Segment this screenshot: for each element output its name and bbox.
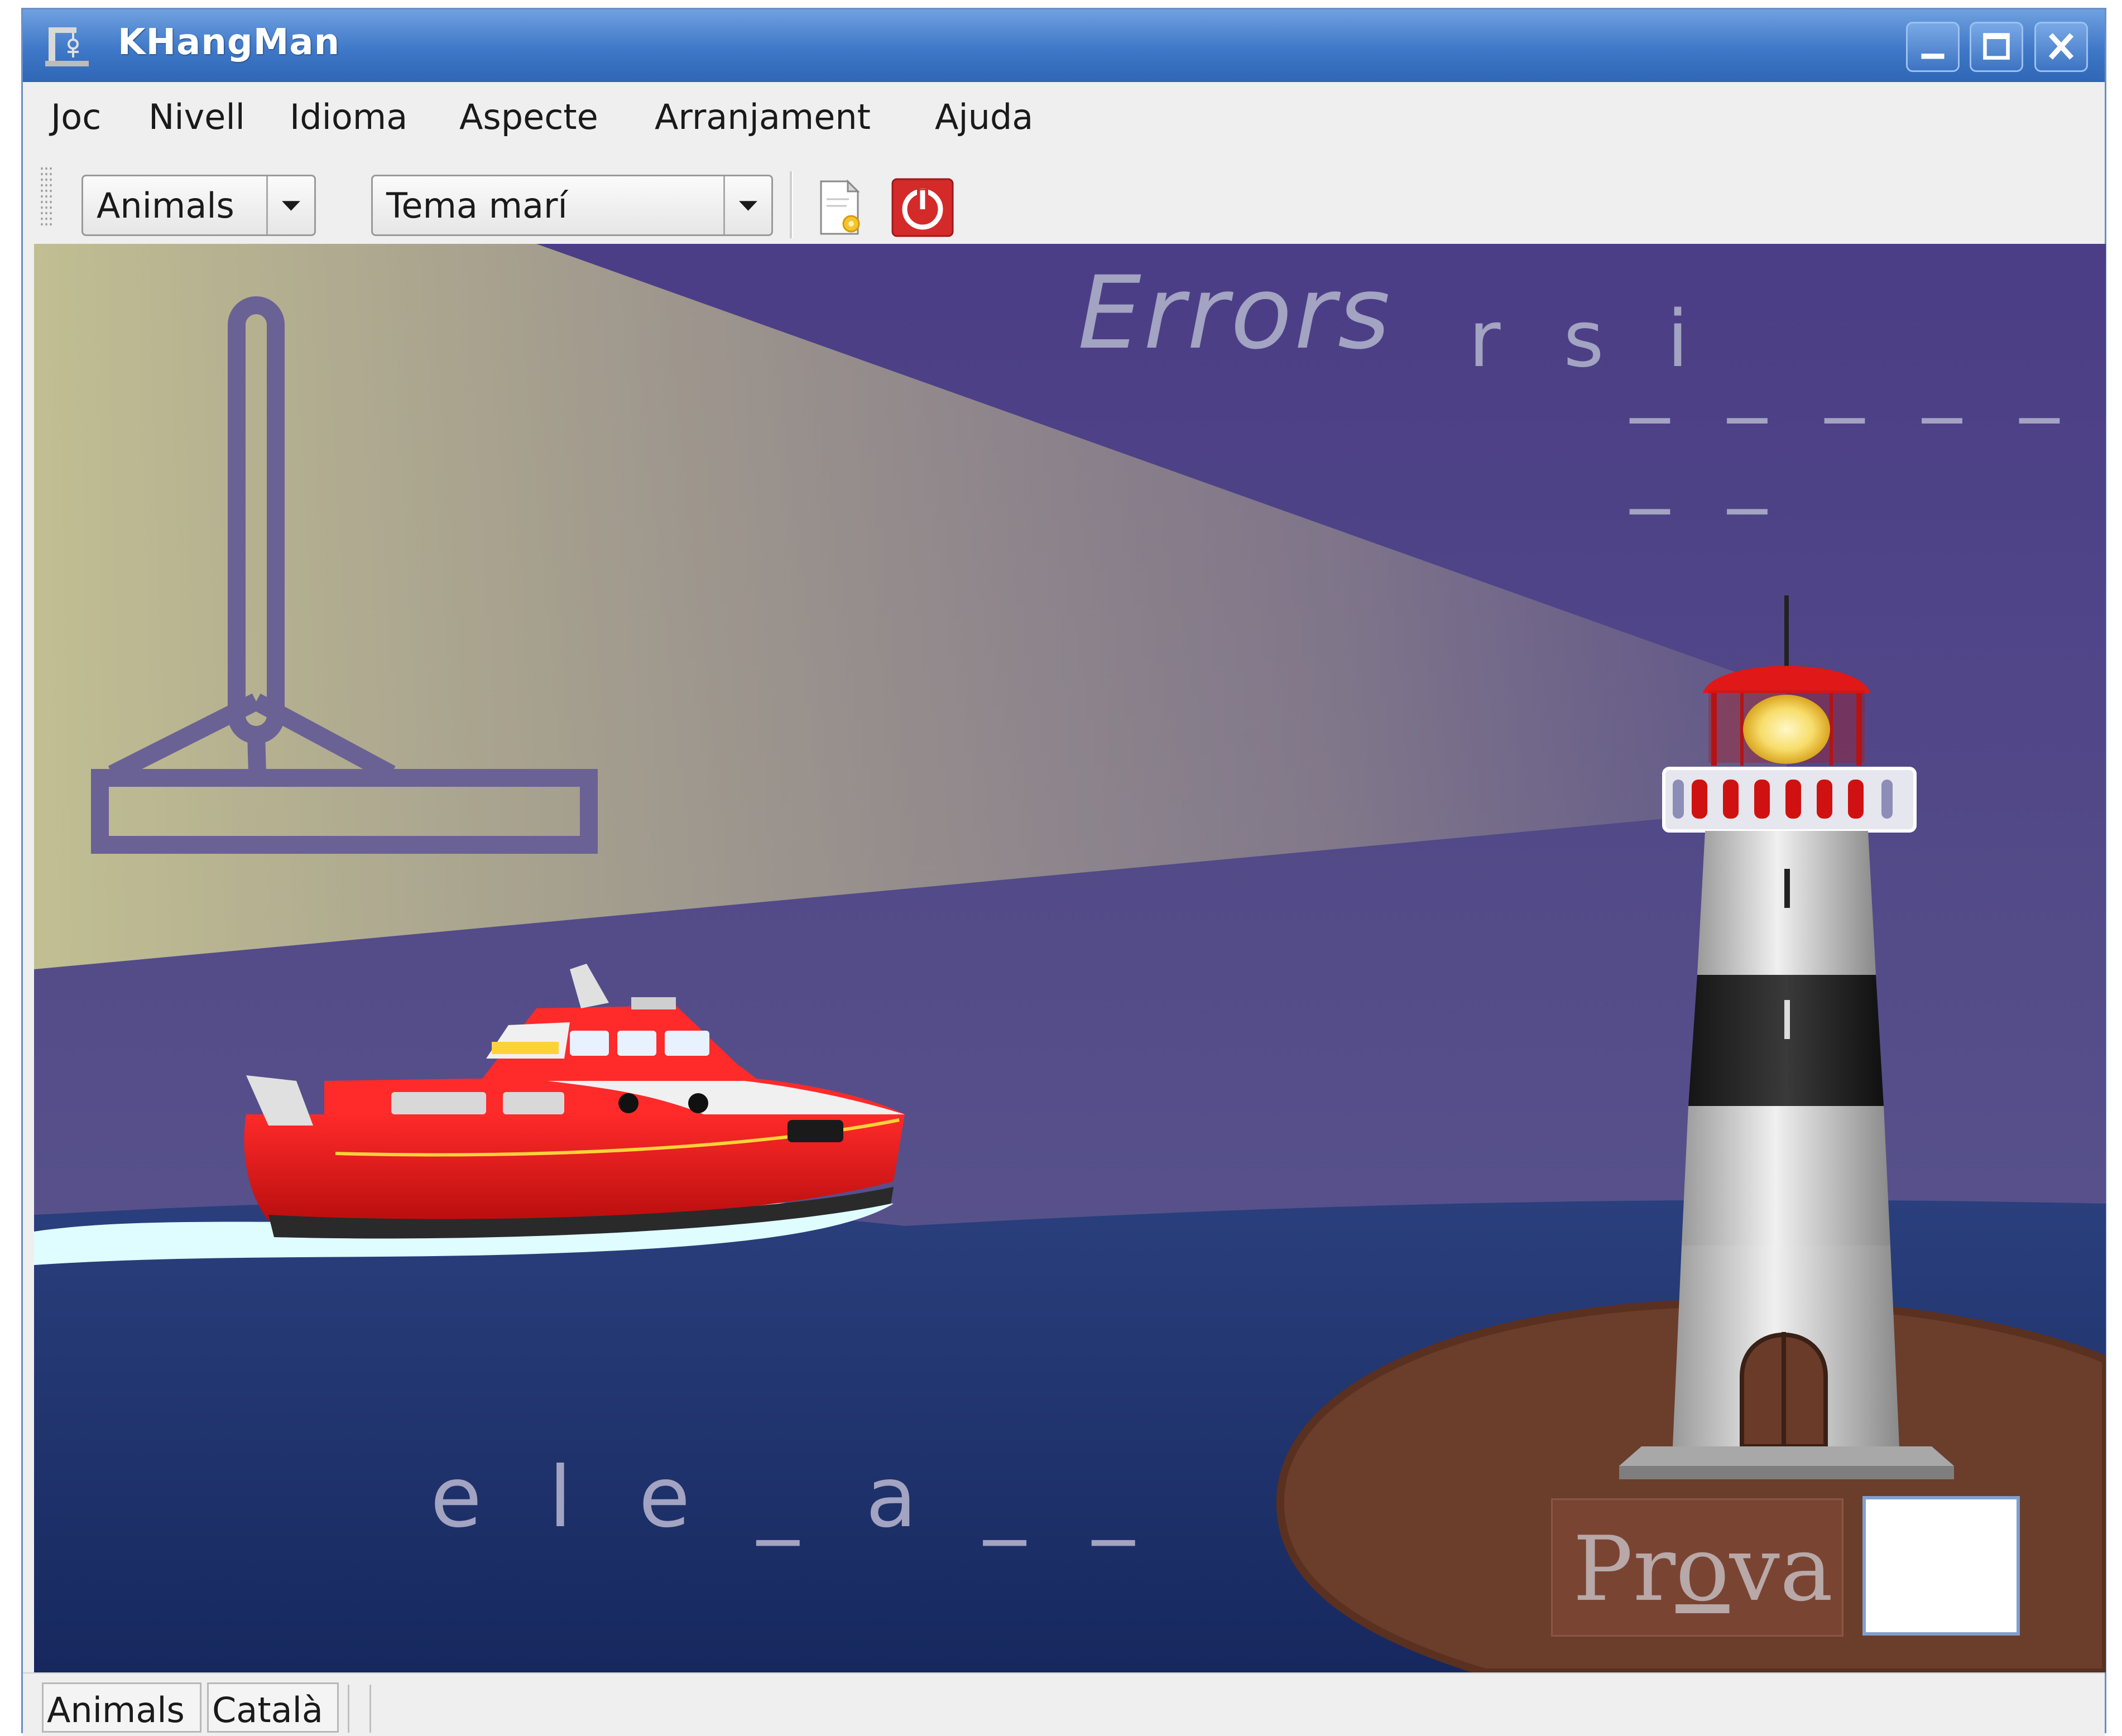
category-select[interactable]: Animals	[81, 175, 316, 236]
menu-joc[interactable]: Joc	[51, 97, 101, 137]
title-bar[interactable]: KHangMan	[23, 9, 2105, 82]
minimize-icon	[1921, 54, 1945, 59]
menu-nivell[interactable]: Nivell	[148, 97, 245, 137]
status-language-text: Català	[212, 1690, 323, 1730]
menu-ajuda[interactable]: Ajuda	[935, 97, 1033, 137]
guess-button-label: Prova	[1573, 1517, 1833, 1621]
main-window: KHangMan Joc Nivell Idioma Aspecte Arran…	[21, 8, 2106, 1736]
game-scene: Errors r s i _ _ _ _ _ _ _ e l e _ a _ _…	[34, 244, 2106, 1672]
chevron-down-icon[interactable]	[723, 176, 771, 234]
guess-letter-input[interactable]	[1862, 1496, 2020, 1636]
errors-label: Errors	[1078, 255, 1393, 372]
toolbar-grip[interactable]	[40, 166, 53, 227]
theme-select[interactable]: Tema marí	[371, 175, 773, 236]
new-document-icon	[820, 179, 860, 235]
theme-select-value: Tema marí	[386, 185, 568, 226]
maximize-button[interactable]	[1970, 22, 2023, 72]
menu-arranjament[interactable]: Arranjament	[655, 97, 871, 137]
close-button[interactable]	[2034, 22, 2088, 72]
close-icon	[2048, 33, 2074, 60]
power-icon	[891, 178, 954, 237]
toolbar-separator	[790, 171, 793, 238]
status-bar: Animals Català	[23, 1672, 2105, 1736]
status-level: Animals	[42, 1682, 201, 1733]
maximize-icon	[1983, 33, 2010, 60]
chevron-down-icon[interactable]	[266, 176, 314, 234]
missed-letter-slots: _ _ _ _ _ _ _	[1630, 333, 2076, 515]
status-grip[interactable]	[348, 1685, 371, 1733]
window-title: KHangMan	[118, 22, 340, 63]
menu-aspecte[interactable]: Aspecte	[459, 97, 598, 137]
khangman-app-icon[interactable]	[45, 24, 89, 68]
status-language: Català	[207, 1682, 339, 1733]
category-select-value: Animals	[97, 185, 234, 226]
new-game-button[interactable]	[804, 177, 871, 238]
minimize-button[interactable]	[1906, 22, 1960, 72]
quit-button[interactable]	[889, 177, 956, 238]
word-to-guess: e l e _ a _ _	[430, 1449, 1155, 1546]
toolbar: Animals Tema marí	[23, 149, 2105, 244]
menu-bar: Joc Nivell Idioma Aspecte Arranjament Aj…	[23, 82, 2105, 149]
status-level-text: Animals	[47, 1690, 185, 1730]
guess-button[interactable]: Prova	[1551, 1498, 1843, 1637]
menu-idioma[interactable]: Idioma	[290, 97, 407, 137]
